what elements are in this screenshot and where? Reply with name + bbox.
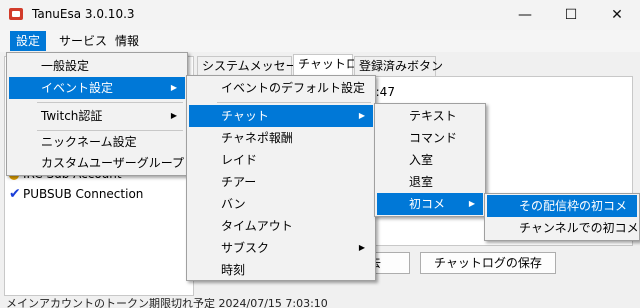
minimize-button[interactable]: — xyxy=(502,0,548,30)
menu-bar: 設定 サービス 情報 xyxy=(0,30,640,52)
menu-item-label: カスタムユーザーグループ xyxy=(41,156,185,170)
list-item-label: PUBSUB Connection xyxy=(23,187,144,201)
menu-item-label: イベント設定 xyxy=(41,81,114,95)
menu-item-label: 入室 xyxy=(409,153,434,167)
app-icon xyxy=(9,8,23,20)
list-item-pubsub[interactable]: ✔ PUBSUB Connection xyxy=(9,185,143,203)
menu-item-command[interactable]: コマンド xyxy=(377,127,483,149)
menu-item-label: バン xyxy=(221,197,246,211)
event-settings-menu: イベントのデフォルト設定 チャット ▶ チャネポ報酬 レイド チアー バン タイム… xyxy=(186,75,376,281)
menu-item-timeout[interactable]: タイムアウト xyxy=(189,215,373,237)
menu-service[interactable]: サービス xyxy=(53,31,113,51)
menu-item-twitch-auth[interactable]: Twitch認証 ▶ xyxy=(9,105,185,127)
check-icon: ✔ xyxy=(9,186,21,202)
menu-item-chat[interactable]: チャット ▶ xyxy=(189,105,373,127)
menu-item-event-settings[interactable]: イベント設定 ▶ xyxy=(9,77,185,99)
menu-separator xyxy=(37,102,183,103)
menu-item-time[interactable]: 時刻 xyxy=(189,259,373,281)
status-bar: メインアカウントのトークン期限切れ予定 2024/07/15 7:03:10 xyxy=(0,298,640,308)
chat-menu: テキスト コマンド 入室 退室 初コメ ▶ xyxy=(374,103,486,217)
menu-item-first-in-stream[interactable]: その配信枠の初コメ xyxy=(487,195,637,217)
menu-item-label: イベントのデフォルト設定 xyxy=(221,81,366,95)
submenu-arrow-icon: ▶ xyxy=(358,243,365,252)
menu-item-channel-points[interactable]: チャネポ報酬 xyxy=(189,127,373,149)
menu-item-leave[interactable]: 退室 xyxy=(377,171,483,193)
window-title: TanuEsa 3.0.10.3 xyxy=(32,7,135,21)
tab-chat-log[interactable]: チャットログ xyxy=(293,54,370,76)
menu-item-cheer[interactable]: チアー xyxy=(189,171,373,193)
menu-settings[interactable]: 設定 xyxy=(10,31,47,51)
close-button[interactable]: ✕ xyxy=(594,0,640,30)
menu-item-ban[interactable]: バン xyxy=(189,193,373,215)
menu-item-label: チアー xyxy=(221,175,257,189)
status-text: メインアカウントのトークン期限切れ予定 2024/07/15 7:03:10 xyxy=(6,298,328,308)
menu-info[interactable]: 情報 xyxy=(109,31,145,51)
submenu-arrow-icon: ▶ xyxy=(468,199,475,208)
menu-item-label: Twitch認証 xyxy=(41,109,103,123)
menu-item-join[interactable]: 入室 xyxy=(377,149,483,171)
menu-item-label: 一般設定 xyxy=(41,59,90,73)
submenu-arrow-icon: ▶ xyxy=(170,83,177,92)
save-chat-log-button[interactable]: チャットログの保存 xyxy=(420,252,556,274)
menu-item-raid[interactable]: レイド xyxy=(189,149,373,171)
menu-item-general[interactable]: 一般設定 xyxy=(9,55,185,77)
menu-item-custom-group[interactable]: カスタムユーザーグループ xyxy=(9,152,185,174)
menu-item-label: チャット xyxy=(221,109,269,123)
menu-item-first-comment[interactable]: 初コメ ▶ xyxy=(377,193,483,215)
menu-item-text[interactable]: テキスト xyxy=(377,105,483,127)
maximize-button[interactable]: ☐ xyxy=(548,0,594,30)
menu-item-label: レイド xyxy=(221,153,258,167)
menu-item-first-in-channel[interactable]: チャンネルでの初コメ xyxy=(487,217,639,239)
menu-item-label: チャンネルでの初コメ xyxy=(519,221,639,235)
menu-item-label: サブスク xyxy=(221,241,270,255)
menu-item-label: テキスト xyxy=(409,109,457,123)
menu-item-label: タイムアウト xyxy=(221,219,293,233)
menu-item-nickname[interactable]: ニックネーム設定 xyxy=(9,131,185,153)
title-bar: TanuEsa 3.0.10.3 — ☐ ✕ xyxy=(0,0,640,30)
menu-item-label: その配信枠の初コメ xyxy=(519,199,628,213)
menu-separator xyxy=(217,102,371,103)
menu-item-label: 退室 xyxy=(409,175,434,189)
menu-item-label: コマンド xyxy=(409,131,458,145)
menu-item-label: ニックネーム設定 xyxy=(41,135,137,149)
menu-item-subscription[interactable]: サブスク ▶ xyxy=(189,237,373,259)
menu-item-label: 時刻 xyxy=(221,263,246,277)
tab-system-message[interactable]: システムメッセージ xyxy=(197,56,309,76)
first-comment-menu: その配信枠の初コメ チャンネルでの初コメ xyxy=(484,193,640,241)
submenu-arrow-icon: ▶ xyxy=(170,111,177,120)
menu-item-label: 初コメ xyxy=(409,197,446,211)
tab-registered-buttons[interactable]: 登録済みボタン xyxy=(354,56,443,76)
menu-item-event-default[interactable]: イベントのデフォルト設定 xyxy=(189,77,373,99)
menu-item-label: チャネポ報酬 xyxy=(221,131,293,145)
settings-menu: 一般設定 イベント設定 ▶ Twitch認証 ▶ ニックネーム設定 カスタムユーザー… xyxy=(6,52,188,176)
submenu-arrow-icon: ▶ xyxy=(358,111,365,120)
